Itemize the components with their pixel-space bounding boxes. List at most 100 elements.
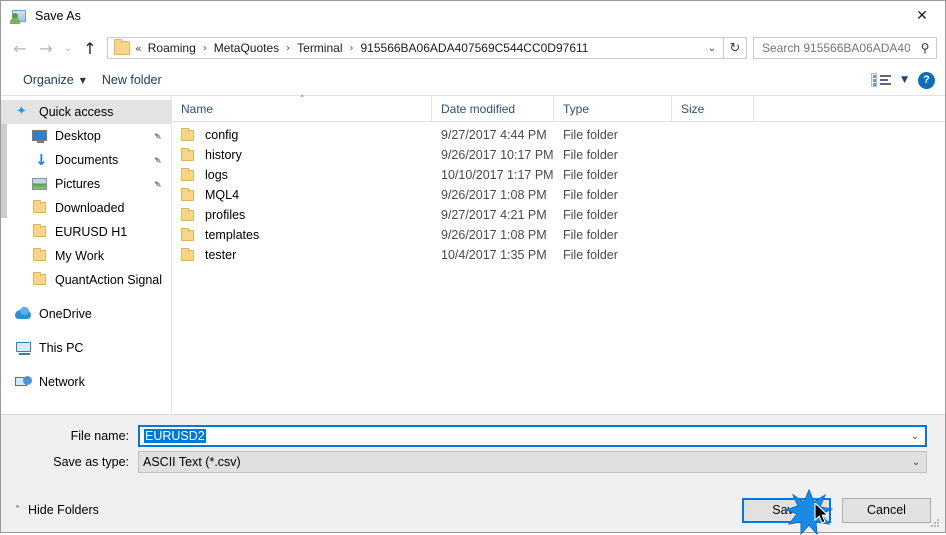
pin-icon[interactable]: ✒ [150, 128, 165, 144]
file-date: 10/10/2017 1:17 PM [441, 168, 554, 182]
sidebar-item-network[interactable]: Network [1, 370, 171, 394]
breadcrumb-terminal-guid[interactable]: 915566BA06ADA407569C544CC0D97611 [359, 41, 591, 55]
chevron-up-icon: ˄ [15, 504, 20, 516]
save-button[interactable]: Save [742, 497, 831, 523]
table-row[interactable]: config 9/27/2017 4:44 PM File folder [172, 125, 945, 145]
sidebar-item-label: Desktop [55, 129, 101, 143]
sidebar-item-onedrive[interactable]: OneDrive [1, 302, 171, 326]
organize-button[interactable]: Organize ▼ [15, 70, 94, 90]
column-header-type[interactable]: Type [554, 96, 672, 121]
navigation-bar: ← → ⌄ ↑ « Roaming › MetaQuotes › Termina… [1, 31, 945, 65]
sidebar-item-label: Downloaded [55, 201, 125, 215]
file-date: 9/26/2017 10:17 PM [441, 148, 554, 162]
file-date: 9/27/2017 4:21 PM [441, 208, 547, 222]
new-folder-label: New folder [101, 73, 162, 87]
documents-icon [31, 152, 48, 168]
folder-icon [181, 127, 197, 142]
sidebar-item-downloaded[interactable]: Downloaded [1, 196, 171, 220]
chevron-down-icon[interactable]: ⌄ [906, 457, 926, 468]
file-date: 9/26/2017 1:08 PM [441, 188, 547, 202]
save-as-icon [10, 8, 27, 24]
up-button[interactable]: ↑ [77, 35, 103, 61]
hide-folders-button[interactable]: ˄ Hide Folders [11, 503, 99, 517]
sidebar-item-label: EURUSD H1 [55, 225, 128, 239]
address-bar[interactable]: « Roaming › MetaQuotes › Terminal › 9155… [107, 37, 747, 59]
column-header-size[interactable]: Size [672, 96, 754, 121]
file-name-label: File name: [70, 429, 129, 443]
window-title: Save As [35, 9, 81, 23]
cancel-button[interactable]: Cancel [842, 497, 931, 523]
table-row[interactable]: history 9/26/2017 10:17 PM File folder [172, 145, 945, 165]
folder-icon [31, 272, 48, 288]
save-as-type-row: Save as type: ASCII Text (*.csv) ⌄ [19, 451, 927, 473]
address-folder-icon [114, 39, 130, 55]
view-mode-icon[interactable] [871, 73, 892, 87]
search-input[interactable] [754, 41, 914, 55]
recent-locations-button[interactable]: ⌄ [59, 35, 77, 61]
breadcrumb-roaming[interactable]: Roaming [146, 41, 198, 55]
table-row[interactable]: tester 10/4/2017 1:35 PM File folder [172, 245, 945, 265]
table-row[interactable]: logs 10/10/2017 1:17 PM File folder [172, 165, 945, 185]
file-name: MQL4 [205, 188, 240, 202]
sidebar-item-pictures[interactable]: Pictures ✒ [1, 172, 171, 196]
sidebar-item-label: OneDrive [39, 307, 92, 321]
network-icon [15, 374, 32, 390]
new-folder-button[interactable]: New folder [94, 70, 170, 90]
file-name: templates [205, 228, 260, 242]
file-name-row: File name: EURUSD2 ⌄ [19, 425, 927, 447]
breadcrumb-overflow[interactable]: « [135, 42, 146, 55]
column-header-date-modified[interactable]: Date modified [432, 96, 554, 121]
chevron-down-icon[interactable]: ⌄ [905, 431, 925, 442]
sidebar-item-this-pc[interactable]: This PC [1, 336, 171, 360]
table-row[interactable]: MQL4 9/26/2017 1:08 PM File folder [172, 185, 945, 205]
file-name: logs [205, 168, 228, 182]
dialog-footer: ˄ Hide Folders Save Cancel [1, 487, 945, 532]
file-type: File folder [563, 188, 618, 202]
table-row[interactable]: profiles 9/27/2017 4:21 PM File folder [172, 205, 945, 225]
sidebar-item-quick-access[interactable]: ✦ Quick access [1, 100, 171, 124]
file-name-cell: logs [172, 167, 432, 182]
sidebar-item-my-work[interactable]: My Work [1, 244, 171, 268]
hide-folders-label: Hide Folders [28, 503, 99, 517]
folder-icon [181, 147, 197, 162]
sidebar-item-desktop[interactable]: Desktop ✒ [1, 124, 171, 148]
folder-icon [31, 200, 48, 216]
file-name-cell: history [172, 147, 432, 162]
column-header-name[interactable]: ˄ Name [172, 95, 432, 121]
sidebar-item-quantaction-signal[interactable]: QuantAction Signal [1, 268, 171, 292]
sidebar-item-eurusd-h1[interactable]: EURUSD H1 [1, 220, 171, 244]
table-row[interactable]: templates 9/26/2017 1:08 PM File folder [172, 225, 945, 245]
command-toolbar: Organize ▼ New folder ▼ ? [1, 65, 945, 96]
back-button[interactable]: ← [7, 35, 33, 61]
sidebar-item-label: My Work [55, 249, 105, 263]
pin-icon[interactable]: ✒ [150, 152, 165, 168]
footer-buttons: Save Cancel [742, 497, 931, 523]
view-mode-chevron-down-icon[interactable]: ▼ [901, 75, 908, 85]
sidebar-item-label: QuantAction Signal [55, 273, 163, 287]
file-type: File folder [563, 248, 618, 262]
folder-icon [181, 247, 197, 262]
column-header-row: ˄ Name Date modified Type Size [172, 95, 945, 122]
pictures-icon [31, 176, 48, 192]
sidebar-item-label: This PC [39, 341, 84, 355]
resize-grip[interactable] [931, 519, 941, 529]
search-icon[interactable]: ⚲ [914, 38, 936, 58]
folder-icon [181, 167, 197, 182]
save-as-dialog: Save As ✕ ← → ⌄ ↑ « Roaming › MetaQuotes… [0, 0, 946, 535]
organize-label: Organize [23, 73, 74, 87]
chevron-down-icon[interactable]: ⌄ [701, 38, 723, 58]
forward-button[interactable]: → [33, 35, 59, 61]
sidebar-item-documents[interactable]: Documents ✒ [1, 148, 171, 172]
file-name: tester [205, 248, 237, 262]
pin-icon[interactable]: ✒ [150, 176, 165, 192]
search-box[interactable]: ⚲ [753, 37, 937, 59]
breadcrumb-metaquotes[interactable]: MetaQuotes [212, 41, 281, 55]
refresh-icon[interactable]: ↻ [723, 38, 746, 58]
file-type: File folder [563, 148, 618, 162]
breadcrumb-terminal[interactable]: Terminal [295, 41, 344, 55]
file-name-input[interactable]: EURUSD2 ⌄ [138, 425, 927, 447]
close-icon[interactable]: ✕ [899, 1, 945, 31]
help-button[interactable]: ? [918, 71, 935, 89]
sidebar-item-label: Quick access [39, 105, 114, 119]
save-as-type-select[interactable]: ASCII Text (*.csv) ⌄ [138, 451, 927, 473]
